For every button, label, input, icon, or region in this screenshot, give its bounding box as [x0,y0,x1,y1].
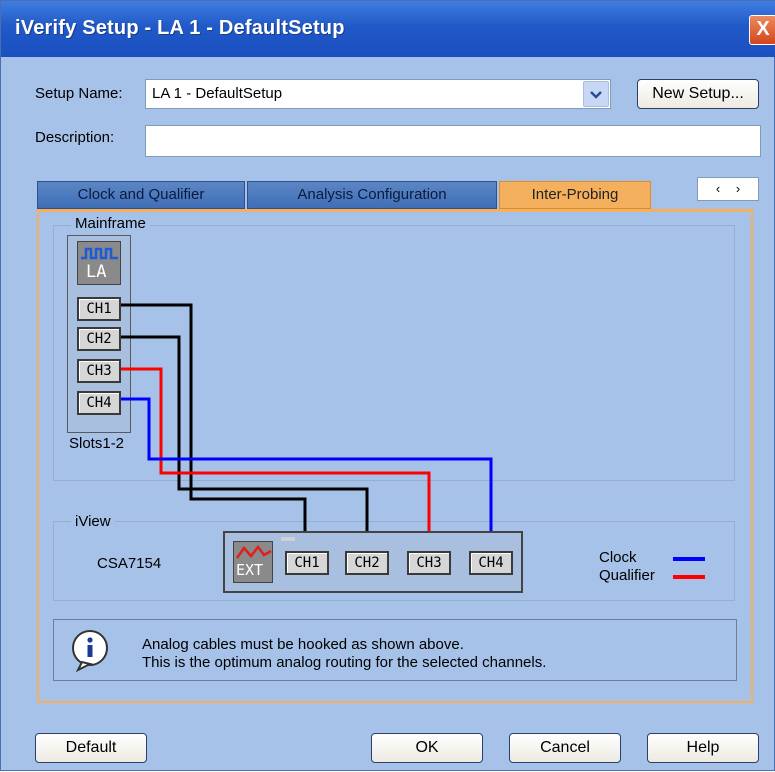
info-message-box: Analog cables must be hooked as shown ab… [53,619,737,681]
ok-button[interactable]: OK [371,733,483,763]
iverify-setup-dialog: iVerify Setup - LA 1 - DefaultSetup X Se… [0,0,775,771]
iview-ch3-button[interactable]: CH3 [407,551,451,575]
legend-qualifier-label: Qualifier [599,567,655,584]
default-button[interactable]: Default [35,733,147,763]
scope-waveform-icon: EXT [233,541,273,583]
iview-ch4-button[interactable]: CH4 [469,551,513,575]
legend-clock-label: Clock [599,549,637,566]
info-line-2: This is the optimum analog routing for t… [142,654,547,671]
legend-qualifier-swatch [673,575,705,579]
iview-ch1-button[interactable]: CH1 [285,551,329,575]
scope-name: CSA7154 [97,555,162,572]
info-line-1: Analog cables must be hooked as shown ab… [142,636,464,653]
ext-label: EXT [236,561,264,579]
scope-indicator [281,537,295,541]
legend-clock-swatch [673,557,705,561]
iview-ch2-button[interactable]: CH2 [345,551,389,575]
help-button[interactable]: Help [647,733,759,763]
cancel-button[interactable]: Cancel [509,733,621,763]
info-icon [72,630,108,672]
